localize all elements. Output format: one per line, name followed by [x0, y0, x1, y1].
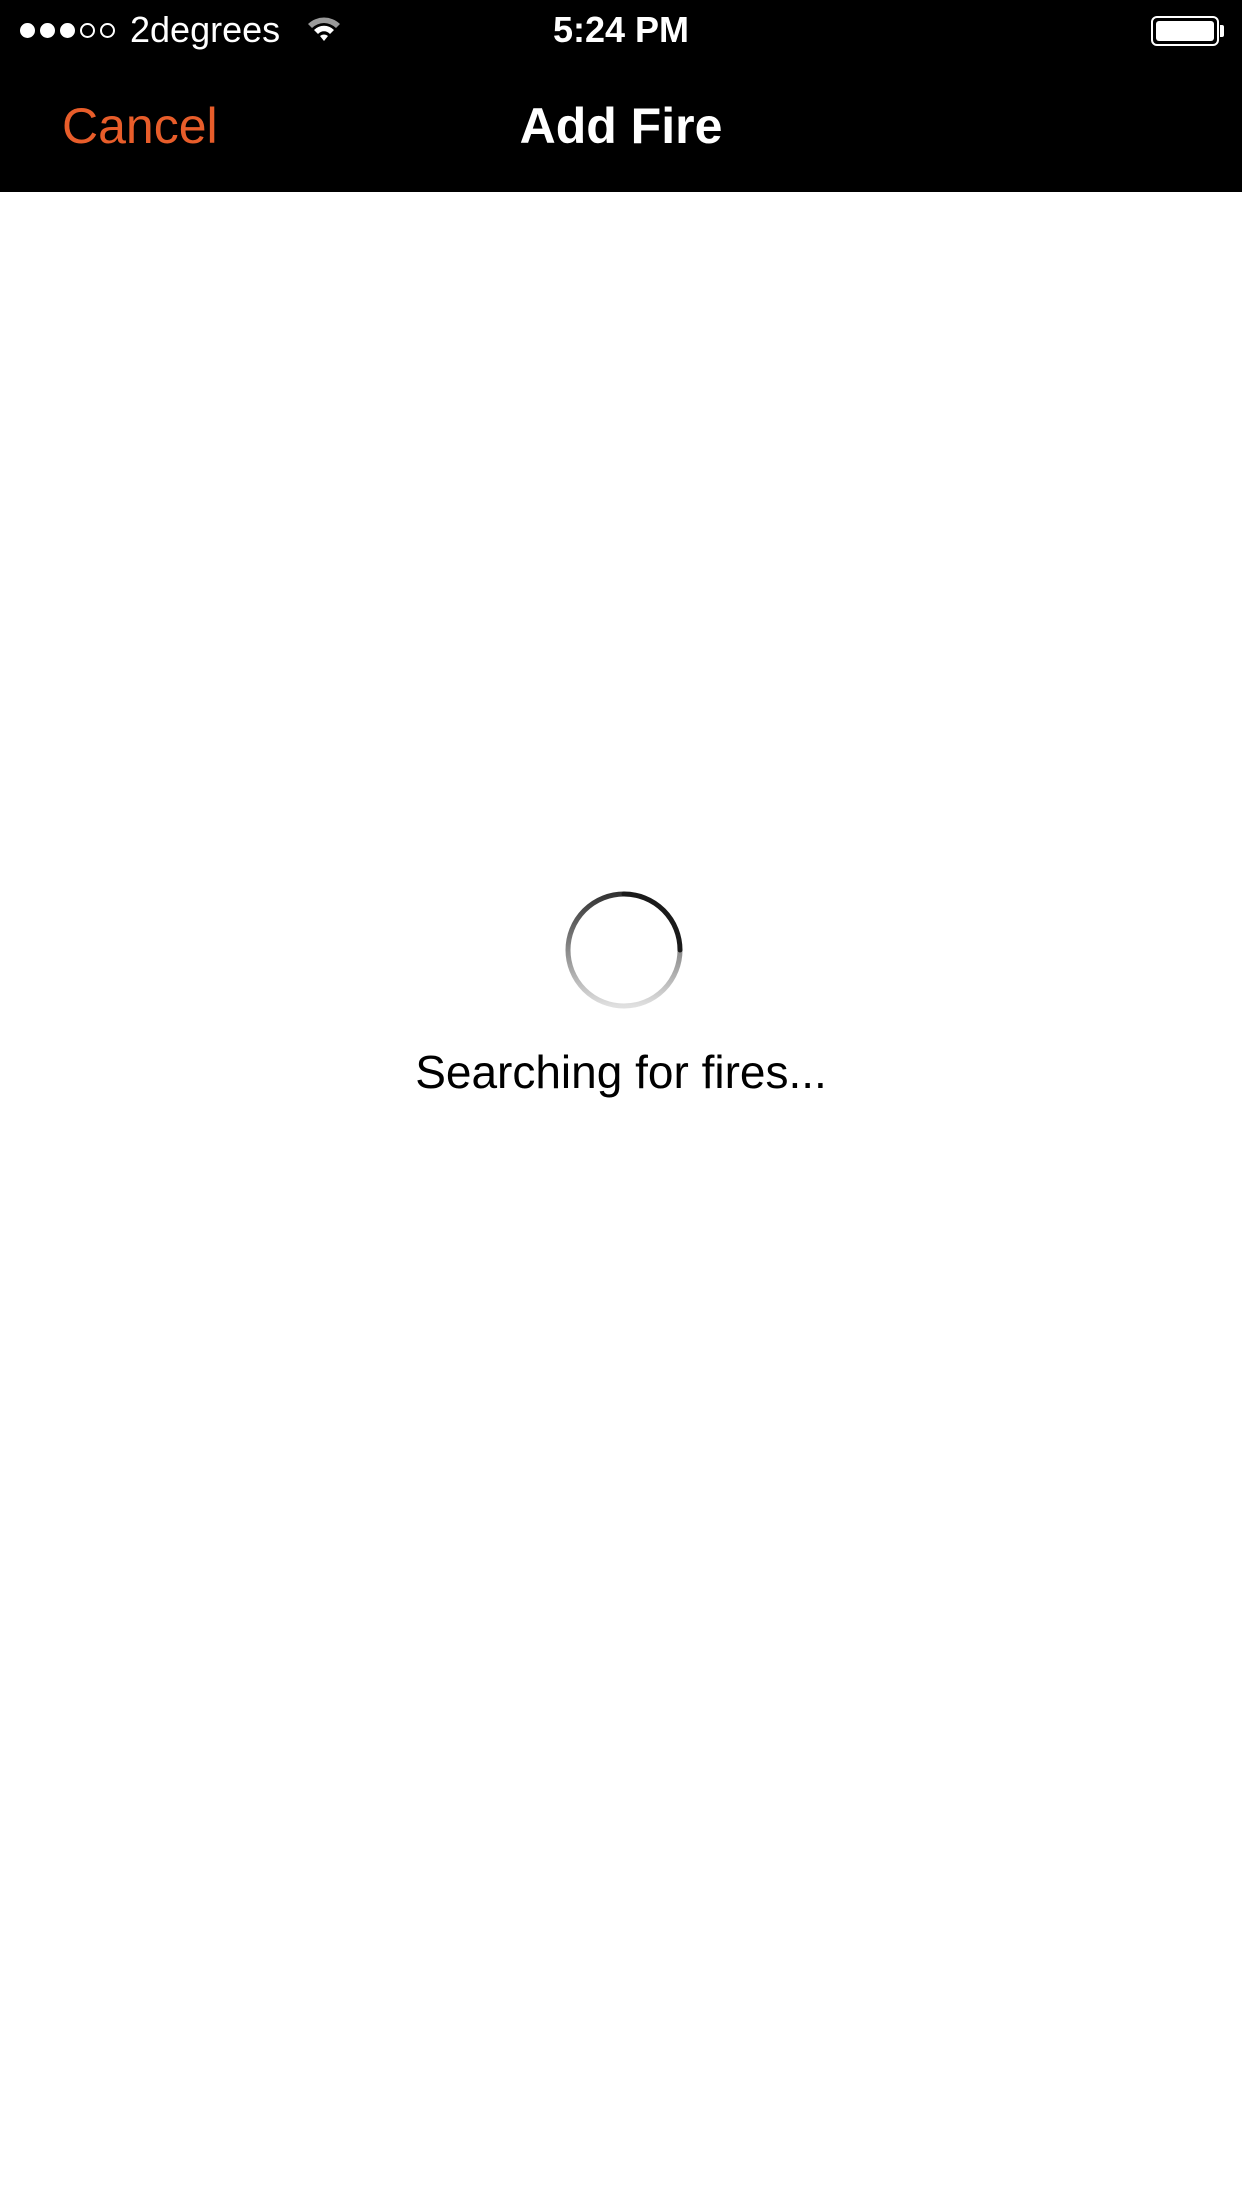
- battery-level-fill: [1156, 21, 1214, 41]
- status-time: 5:24 PM: [552, 9, 690, 50]
- screen: 2degrees 5:24 PM Add Fire Cancel Searchi…: [0, 0, 1242, 2208]
- battery-icon: [1151, 16, 1219, 46]
- loading-message: Searching for fires...: [415, 1046, 827, 1098]
- spinner-icon: [565, 891, 683, 1009]
- navigation-bar: Add Fire Cancel: [0, 60, 1242, 192]
- status-bar: 2degrees 5:24 PM: [0, 0, 1242, 60]
- cancel-button[interactable]: Cancel: [62, 60, 218, 192]
- battery-tip: [1220, 25, 1224, 37]
